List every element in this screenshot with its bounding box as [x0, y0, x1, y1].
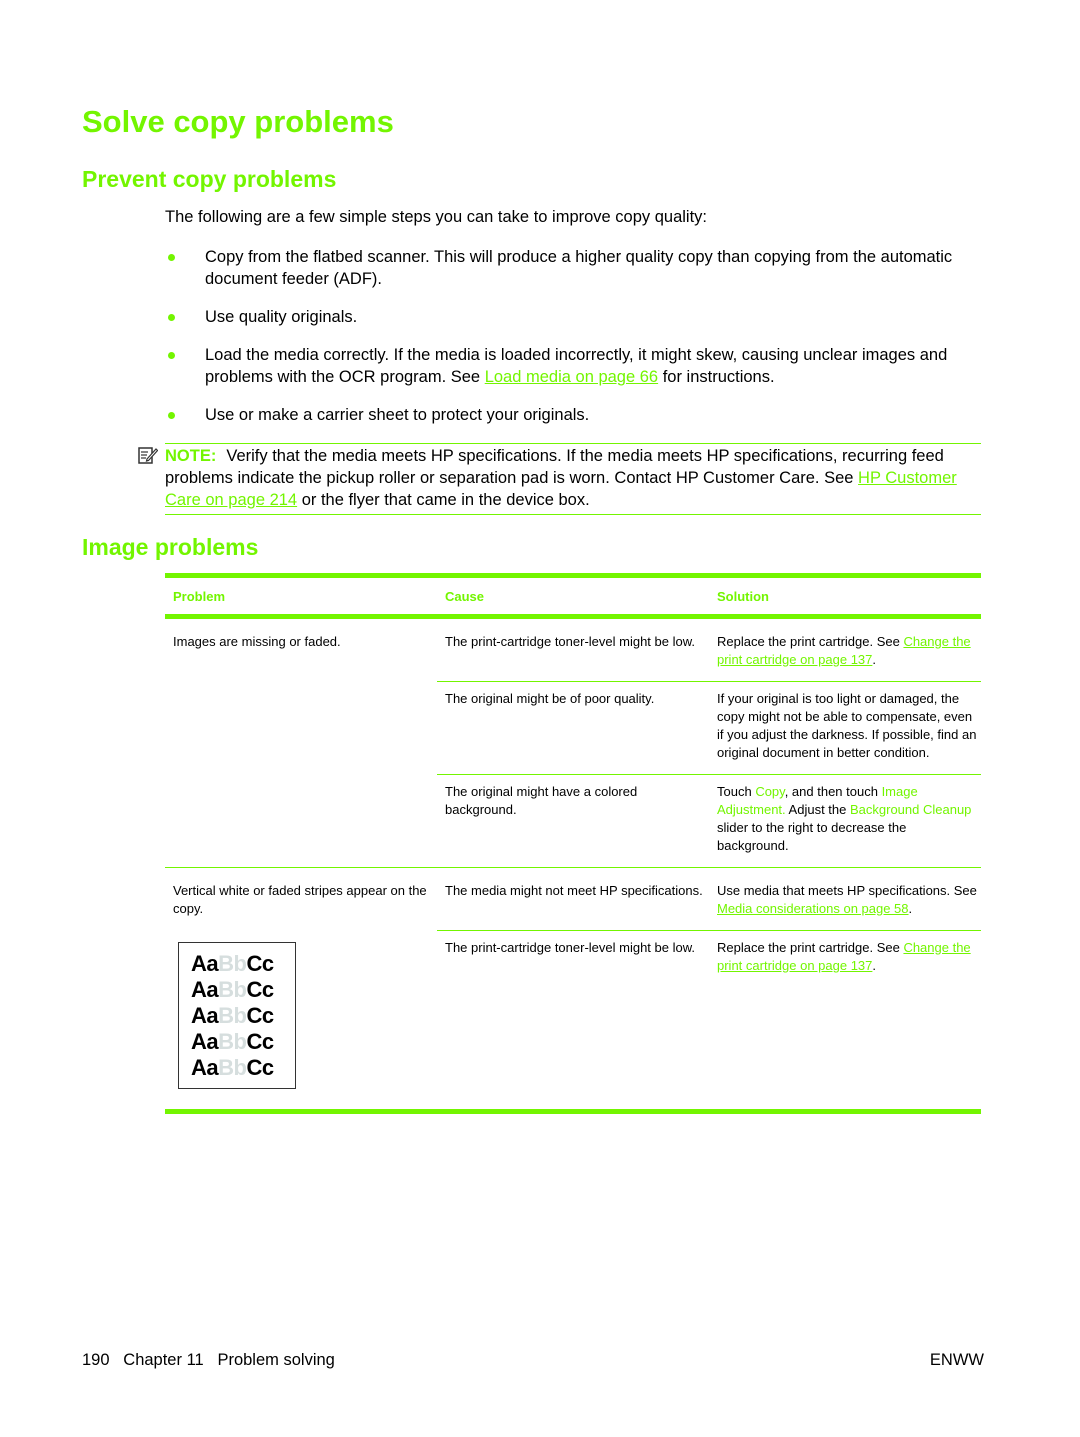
image-problems-heading: Image problems	[82, 534, 259, 560]
solution-cell: If your original is too light or damaged…	[717, 691, 977, 760]
bullet-item: Load the media correctly. If the media i…	[165, 344, 990, 388]
cause-cell: The original might have a colored backgr…	[445, 784, 638, 817]
table-row-group: Vertical white or faded stripes appear o…	[165, 874, 981, 1089]
sample-line: AaBbCc	[191, 977, 274, 1002]
table-header-rule	[165, 614, 981, 619]
note-box: NOTE: Verify that the media meets HP spec…	[165, 443, 981, 515]
problem-cell: Images are missing or faded.	[173, 634, 341, 649]
cause-cell: The print-cartridge toner-level might be…	[445, 634, 696, 649]
footer-locale: ENWW	[929, 1351, 984, 1369]
bullet-item: Copy from the flatbed scanner. This will…	[165, 246, 990, 290]
table-row-group: Images are missing or faded. The print-c…	[165, 625, 981, 868]
header-solution: Solution	[717, 588, 769, 604]
bullet-item: Use or make a carrier sheet to protect y…	[165, 404, 990, 426]
table-row: The original might have a colored backgr…	[437, 775, 981, 867]
copy-menu-term: Copy	[755, 784, 785, 799]
prevent-intro: The following are a few simple steps you…	[165, 208, 708, 226]
prevent-bullet-list: Copy from the flatbed scanner. This will…	[165, 246, 990, 442]
bullet-item: Use quality originals.	[165, 306, 990, 328]
image-problems-table: Problem Cause Solution Images are missin…	[165, 573, 981, 1114]
footer-page-chapter: 190 Chapter 11 Problem solving	[82, 1351, 335, 1369]
page-title: Solve copy problems	[82, 104, 394, 139]
solution-cell: Replace the print cartridge. See Change …	[717, 940, 971, 973]
solution-cell: Touch Copy, and then touch Image Adjustm…	[717, 784, 972, 853]
solution-cell: Replace the print cartridge. See Change …	[717, 634, 971, 667]
bullet-dot-icon	[168, 352, 175, 359]
bullet-dot-icon	[168, 412, 175, 419]
table-bottom-rule	[165, 1109, 981, 1114]
table-row: The print-cartridge toner-level might be…	[437, 931, 981, 987]
table-header: Problem Cause Solution	[165, 578, 981, 614]
note-label: NOTE:	[165, 447, 217, 465]
table-row: The media might not meet HP specificatio…	[437, 874, 981, 931]
sample-line: AaBbCc	[191, 951, 274, 976]
faded-stripes-sample-image: AaBbCc AaBbCc AaBbCc AaBbCc AaBbCc	[178, 942, 296, 1089]
table-row: The print-cartridge toner-level might be…	[437, 625, 981, 682]
load-media-link[interactable]: Load media on page 66	[485, 368, 658, 386]
cause-cell: The print-cartridge toner-level might be…	[445, 940, 696, 955]
sample-line: AaBbCc	[191, 1029, 274, 1054]
table-row: The original might be of poor quality. I…	[437, 682, 981, 775]
problem-cell: Vertical white or faded stripes appear o…	[173, 883, 427, 916]
bullet-dot-icon	[168, 254, 175, 261]
background-cleanup-term: Background Cleanup	[849, 802, 972, 817]
header-problem: Problem	[173, 588, 226, 604]
bullet-dot-icon	[168, 314, 175, 321]
cause-cell: The media might not meet HP specificatio…	[445, 883, 703, 898]
sample-line: AaBbCc	[191, 1003, 274, 1028]
prevent-heading: Prevent copy problems	[82, 166, 337, 192]
sample-line: AaBbCc	[191, 1055, 274, 1080]
solution-cell: Use media that meets HP specifications. …	[717, 883, 977, 916]
note-icon	[138, 447, 158, 464]
cause-cell: The original might be of poor quality.	[445, 691, 655, 706]
header-cause: Cause	[445, 588, 485, 604]
media-considerations-link[interactable]: Media considerations on page 58	[717, 901, 909, 916]
